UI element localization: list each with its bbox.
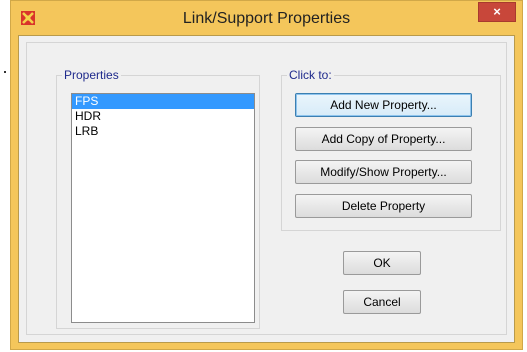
close-button[interactable]: ×: [478, 2, 516, 22]
stray-pixel: [4, 71, 6, 73]
list-item-fps[interactable]: FPS: [72, 94, 254, 109]
dialog-body: Properties FPS HDR LRB Click to: Add New…: [18, 35, 515, 343]
cancel-button[interactable]: Cancel: [343, 290, 421, 314]
properties-listbox[interactable]: FPS HDR LRB: [71, 93, 255, 323]
ok-button[interactable]: OK: [343, 251, 421, 275]
close-icon: ×: [493, 4, 501, 19]
add-new-property-button[interactable]: Add New Property...: [295, 93, 472, 117]
add-copy-property-button[interactable]: Add Copy of Property...: [295, 127, 472, 151]
list-item-lrb[interactable]: LRB: [72, 124, 254, 139]
title-bar[interactable]: Link/Support Properties ×: [11, 1, 522, 35]
actions-group-label: Click to:: [287, 68, 334, 82]
delete-property-button[interactable]: Delete Property: [295, 194, 472, 218]
modify-show-property-button[interactable]: Modify/Show Property...: [295, 160, 472, 184]
dialog-window: Link/Support Properties × Properties FPS…: [10, 0, 523, 350]
list-item-hdr[interactable]: HDR: [72, 109, 254, 124]
window-title: Link/Support Properties: [182, 10, 351, 27]
properties-group-label: Properties: [62, 68, 121, 82]
